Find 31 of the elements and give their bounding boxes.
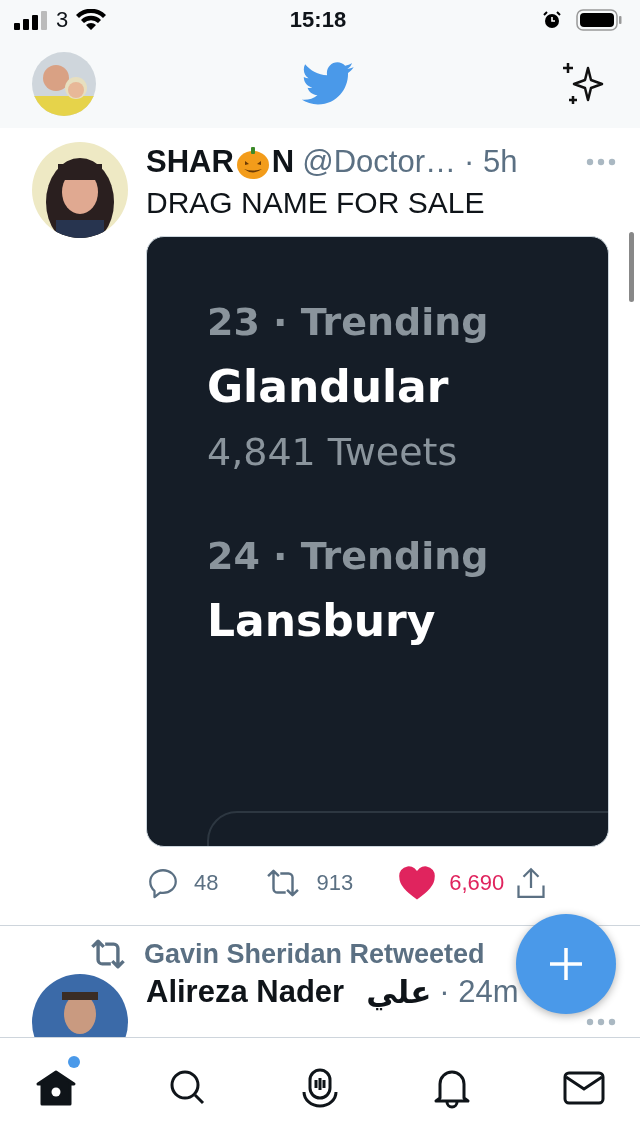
compose-button[interactable]	[516, 914, 616, 1014]
author-name[interactable]: N	[271, 144, 295, 180]
speech-bubble-icon	[146, 866, 180, 900]
trend-rank: 24 · Trending	[207, 533, 490, 579]
trend-name: Lansbury	[207, 594, 437, 648]
author-handle[interactable]: @Doctor…	[302, 144, 456, 180]
tweet-time: · 5h	[464, 144, 518, 180]
tweet-text: DRAG NAME FOR SALE	[146, 186, 486, 220]
clock-time: 15:18	[289, 7, 347, 33]
tweet-image[interactable]: 23 · Trending Glandular 4,841 Tweets 24 · Trending Lansbury	[146, 236, 609, 847]
bird-logo-icon	[301, 62, 355, 106]
battery-icon	[576, 9, 622, 31]
author-name[interactable]: Alireza Nader	[146, 974, 345, 1010]
trend-name: Glandular	[207, 360, 450, 414]
trend-rank: 23 · Trending	[207, 299, 490, 345]
tweet-time: · 24m	[439, 974, 519, 1010]
alarm-icon	[542, 10, 562, 30]
signal-icon	[14, 10, 48, 30]
like-button[interactable]: 6,690	[399, 866, 505, 900]
wifi-icon	[76, 9, 107, 31]
heart-icon	[399, 866, 436, 900]
share-icon[interactable]	[516, 866, 547, 900]
reply-button[interactable]: 48	[146, 866, 219, 900]
carrier-label: 3	[56, 7, 69, 33]
retweet-icon	[88, 937, 128, 971]
retweeted-by[interactable]: Gavin Sheridan Retweeted	[144, 938, 485, 970]
author-name[interactable]: علي	[366, 974, 432, 1010]
retweet-button[interactable]: 913	[264, 866, 354, 900]
author-name[interactable]: SHAR	[146, 144, 234, 180]
scrollbar[interactable]	[629, 232, 634, 302]
trend-count: 4,841 Tweets	[207, 429, 459, 475]
